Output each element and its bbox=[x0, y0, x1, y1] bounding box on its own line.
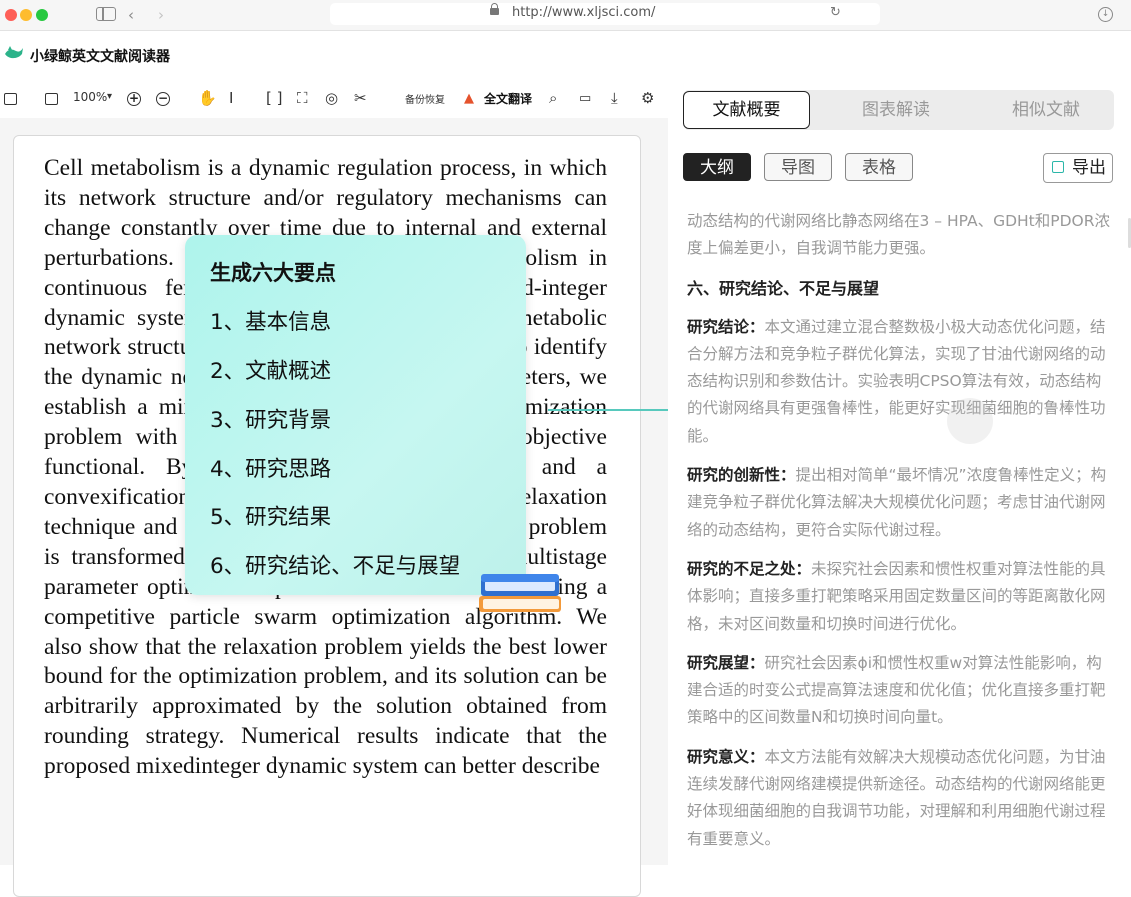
page-settings-icon[interactable] bbox=[45, 93, 58, 105]
key-points-popup[interactable]: 生成六大要点 1、基本信息 2、文献概述 3、研究背景 4、研究思路 5、研究结… bbox=[185, 235, 526, 595]
popup-item-results[interactable]: 5、研究结果 bbox=[210, 500, 331, 531]
comment-icon[interactable]: ▭ bbox=[579, 89, 591, 109]
sidebar-toggle-icon[interactable] bbox=[96, 7, 116, 21]
popup-title: 生成六大要点 bbox=[210, 261, 336, 285]
limitations-paragraph: 研究的不足之处：未探究社会因素和惯性权重对算法性能的具体影响；直接多重打靶策略采… bbox=[687, 556, 1112, 638]
fullscreen-icon[interactable]: ⛶ bbox=[297, 88, 308, 108]
reader-toolbar: 100% ▾ + − ✋ I [ ] ⛶ ◎ ✂ 备份恢复 ▲ 全文翻译 ⌕ ▭… bbox=[0, 84, 668, 112]
export-icon bbox=[1052, 161, 1064, 173]
significance-label: 研究意义： bbox=[687, 747, 765, 766]
close-window-button[interactable] bbox=[5, 9, 17, 21]
eye-icon[interactable]: ◎ bbox=[325, 88, 338, 108]
summary-panel: 文献概要 图表解读 相似文献 大纲 导图 表格 导出 动态结构的代谢网络比静态网… bbox=[668, 80, 1131, 865]
url-text: http://www.xljsci.com/ bbox=[512, 5, 656, 20]
panel-toggle-icon[interactable] bbox=[4, 93, 17, 105]
backup-restore-button[interactable]: 备份恢复 bbox=[405, 91, 445, 106]
limitations-label: 研究的不足之处： bbox=[687, 559, 812, 578]
zoom-in-icon[interactable]: + bbox=[127, 92, 141, 106]
popup-item-background[interactable]: 3、研究背景 bbox=[210, 403, 331, 434]
scissors-icon[interactable]: ✂ bbox=[354, 88, 367, 108]
popup-item-conclusions[interactable]: 6、研究结论、不足与展望 bbox=[210, 549, 460, 580]
text-select-icon[interactable]: I bbox=[229, 88, 233, 108]
outlook-label: 研究展望： bbox=[687, 653, 765, 672]
zoom-select[interactable]: 100% bbox=[73, 90, 107, 104]
outlook-paragraph: 研究展望：研究社会因素ϕi和惯性权重w对算法性能影响，构建合适的时变公式提高算法… bbox=[687, 650, 1112, 732]
popup-item-approach[interactable]: 4、研究思路 bbox=[210, 452, 331, 483]
books-icon bbox=[479, 574, 561, 612]
section-heading: 六、研究结论、不足与展望 bbox=[687, 278, 880, 298]
popup-item-basic-info[interactable]: 1、基本信息 bbox=[210, 305, 331, 336]
tab-similar-literature[interactable]: 相似文献 bbox=[981, 90, 1111, 130]
subtab-table[interactable]: 表格 bbox=[845, 153, 913, 181]
conclusion-text: 本文通过建立混合整数极小极大动态优化问题，结合分解方法和竞争粒子群优化算法，实现… bbox=[687, 317, 1106, 445]
settings-gear-icon[interactable]: ⚙ bbox=[641, 88, 654, 108]
conclusion-paragraph: 研究结论：本文通过建立混合整数极小极大动态优化问题，结合分解方法和竞争粒子群优化… bbox=[687, 314, 1112, 450]
hand-tool-icon[interactable]: ✋ bbox=[198, 88, 217, 108]
subtab-outline[interactable]: 大纲 bbox=[683, 153, 751, 181]
minimize-window-button[interactable] bbox=[20, 9, 32, 21]
maximize-window-button[interactable] bbox=[36, 9, 48, 21]
download-icon[interactable]: ↓ bbox=[1098, 7, 1113, 22]
popup-item-overview[interactable]: 2、文献概述 bbox=[210, 354, 331, 385]
browser-titlebar: ‹ › http://www.xljsci.com/ ↻ ↓ bbox=[0, 0, 1131, 31]
subtab-mindmap[interactable]: 导图 bbox=[764, 153, 832, 181]
reload-icon[interactable]: ↻ bbox=[830, 5, 841, 20]
whale-logo-icon bbox=[5, 46, 23, 59]
full-translate-button[interactable]: 全文翻译 bbox=[484, 90, 532, 107]
conclusion-label: 研究结论： bbox=[687, 317, 765, 336]
significance-paragraph: 研究意义：本文方法能有效解决大规模动态优化问题，为甘油连续发酵代谢网络建模提供新… bbox=[687, 744, 1112, 853]
innovation-label: 研究的创新性： bbox=[687, 466, 796, 485]
tab-figure-interpretation[interactable]: 图表解读 bbox=[831, 90, 961, 130]
fit-width-icon[interactable]: [ ] bbox=[266, 88, 282, 108]
panel-tabs: 文献概要 图表解读 相似文献 bbox=[683, 90, 1114, 130]
innovation-paragraph: 研究的创新性：提出相对简单“最坏情况”浓度鲁棒性定义；构建竞争粒子群优化算法解决… bbox=[687, 462, 1112, 544]
back-arrow-icon[interactable]: ‹ bbox=[128, 6, 134, 24]
forward-arrow-icon[interactable]: › bbox=[158, 6, 164, 24]
export-button[interactable]: 导出 bbox=[1043, 153, 1113, 183]
tab-literature-overview[interactable]: 文献概要 bbox=[683, 91, 810, 129]
outline-content: 动态结构的代谢网络比静态网络在3 – HPA、GDHt和PDOR浓度上偏差更小，… bbox=[687, 208, 1112, 865]
zoom-out-icon[interactable]: − bbox=[156, 92, 170, 106]
lock-icon bbox=[490, 3, 499, 15]
cursor-highlight bbox=[947, 398, 993, 444]
popup-connector-line bbox=[548, 409, 672, 411]
address-bar[interactable]: http://www.xljsci.com/ ↻ bbox=[330, 3, 880, 25]
translate-icon[interactable]: ▲ bbox=[464, 89, 474, 109]
download-icon[interactable]: ⤓ bbox=[611, 88, 618, 108]
zoom-dropdown-icon[interactable]: ▾ bbox=[107, 91, 112, 102]
export-label: 导出 bbox=[1072, 158, 1106, 178]
app-name: 小绿鲸英文文献阅读器 bbox=[30, 49, 170, 65]
search-icon[interactable]: ⌕ bbox=[549, 88, 557, 108]
intro-paragraph: 动态结构的代谢网络比静态网络在3 – HPA、GDHt和PDOR浓度上偏差更小，… bbox=[687, 212, 1111, 258]
